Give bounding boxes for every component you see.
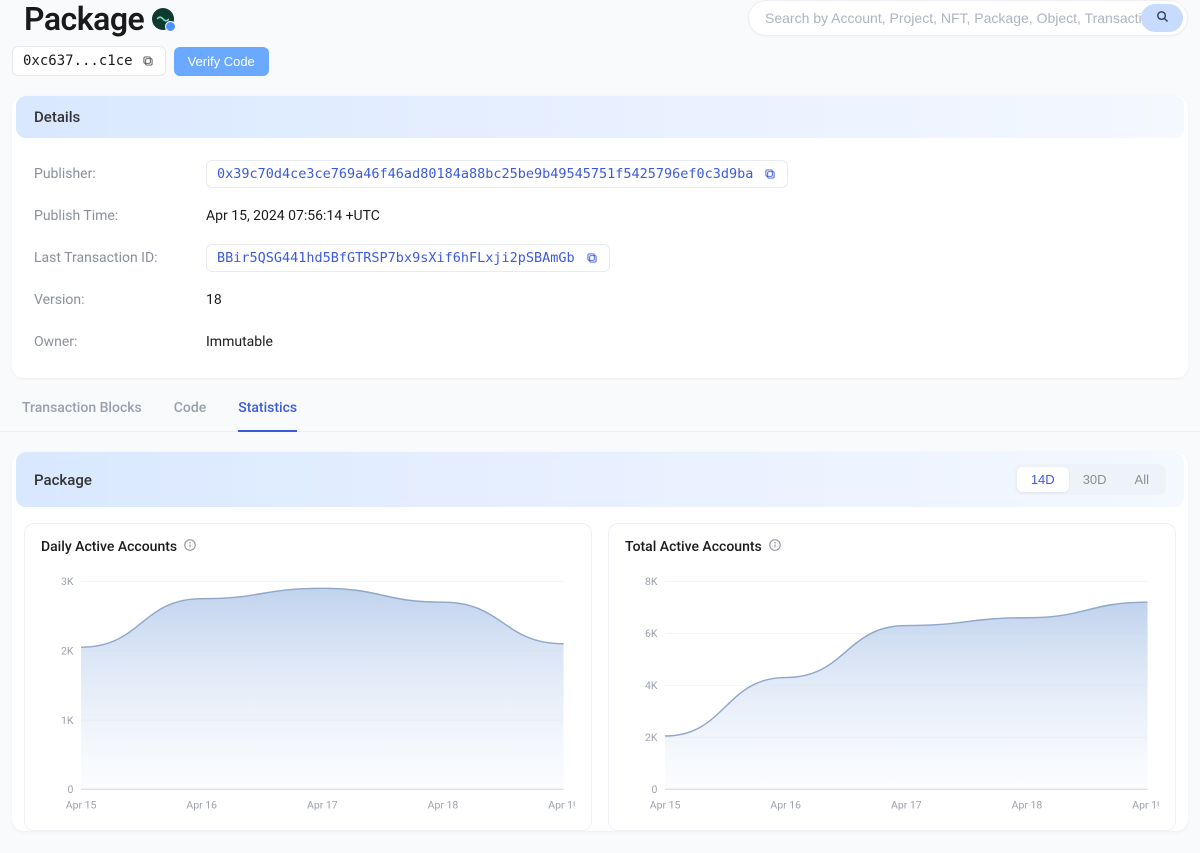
search-icon [1155,9,1170,27]
stats-card: Package 14D 30D All Daily Active Account… [12,452,1188,831]
tabs-bar: Transaction Blocks Code Statistics [0,378,1200,432]
svg-text:0: 0 [652,783,658,796]
publisher-label: Publisher: [34,166,206,182]
tab-transaction-blocks[interactable]: Transaction Blocks [22,400,142,432]
svg-text:1K: 1K [61,714,74,727]
svg-text:Apr 19: Apr 19 [1132,798,1159,811]
package-address-chip[interactable]: 0xc637...c1ce [12,46,166,76]
owner-label: Owner: [34,334,206,350]
copy-icon[interactable] [763,167,777,181]
search-input[interactable] [765,10,1141,26]
range-toggle: 14D 30D All [1014,464,1166,495]
search-button[interactable] [1141,4,1183,32]
range-14d-button[interactable]: 14D [1017,467,1069,492]
last-tx-hash-text: BBir5QSG441hd5BfGTRSP7bx9sXif6hFLxji2pSB… [217,250,575,266]
svg-text:2K: 2K [61,644,74,657]
daily-chart-title: Daily Active Accounts [41,539,177,555]
publisher-hash-text: 0x39c70d4ce3ce769a46f46ad80184a88bc25be9… [217,166,753,182]
publish-time-label: Publish Time: [34,208,206,224]
svg-text:6K: 6K [645,627,658,640]
svg-text:Apr 16: Apr 16 [186,798,217,811]
version-label: Version: [34,292,206,308]
version-value: 18 [206,292,222,308]
project-badge-icon [152,8,174,30]
copy-icon[interactable] [141,54,155,68]
svg-text:Apr 18: Apr 18 [428,798,459,811]
daily-active-chart: 0 1K 2K 3K Apr 15 Apr 16 Apr 17 Apr 18 Apr 19 [41,562,575,822]
svg-text:8K: 8K [645,575,658,588]
verify-code-button[interactable]: Verify Code [174,47,269,76]
last-tx-value[interactable]: BBir5QSG441hd5BfGTRSP7bx9sXif6hFLxji2pSB… [206,244,610,272]
svg-text:Apr 15: Apr 15 [650,798,681,811]
range-all-button[interactable]: All [1121,467,1163,492]
last-tx-label: Last Transaction ID: [34,250,206,266]
svg-text:0: 0 [68,783,74,796]
copy-icon[interactable] [585,251,599,265]
svg-text:2K: 2K [645,731,658,744]
svg-text:Apr 18: Apr 18 [1012,798,1043,811]
search-container [748,0,1188,36]
daily-active-chart-card: Daily Active Accounts 0 1K 2K 3K Apr 15 Apr 1… [24,523,592,831]
info-icon[interactable] [768,538,782,556]
svg-text:4K: 4K [645,679,658,692]
package-address-text: 0xc637...c1ce [23,53,133,69]
publisher-value[interactable]: 0x39c70d4ce3ce769a46f46ad80184a88bc25be9… [206,160,788,188]
svg-text:Apr 19: Apr 19 [548,798,575,811]
svg-text:3K: 3K [61,575,74,588]
total-chart-title: Total Active Accounts [625,539,762,555]
svg-text:Apr 16: Apr 16 [770,798,801,811]
svg-text:Apr 15: Apr 15 [66,798,97,811]
tab-code[interactable]: Code [174,400,206,432]
total-active-chart: 0 2K 4K 6K 8K Apr 15 Apr 16 Apr 17 Apr 18 Apr 19 [625,562,1159,822]
svg-text:Apr 17: Apr 17 [891,798,922,811]
tab-statistics[interactable]: Statistics [238,400,297,432]
details-card: Details Publisher: 0x39c70d4ce3ce769a46f… [12,96,1188,378]
publish-time-value: Apr 15, 2024 07:56:14 +UTC [206,208,380,224]
stats-header: Package 14D 30D All [16,452,1184,507]
details-header: Details [16,96,1184,138]
owner-value: Immutable [206,334,273,350]
svg-text:Apr 17: Apr 17 [307,798,338,811]
info-icon[interactable] [183,538,197,556]
total-active-chart-card: Total Active Accounts 0 2K 4K 6K 8K Apr 15 Apr… [608,523,1176,831]
range-30d-button[interactable]: 30D [1069,467,1121,492]
page-title: Package [24,0,144,38]
stats-title: Package [34,471,92,489]
details-title: Details [34,108,80,126]
